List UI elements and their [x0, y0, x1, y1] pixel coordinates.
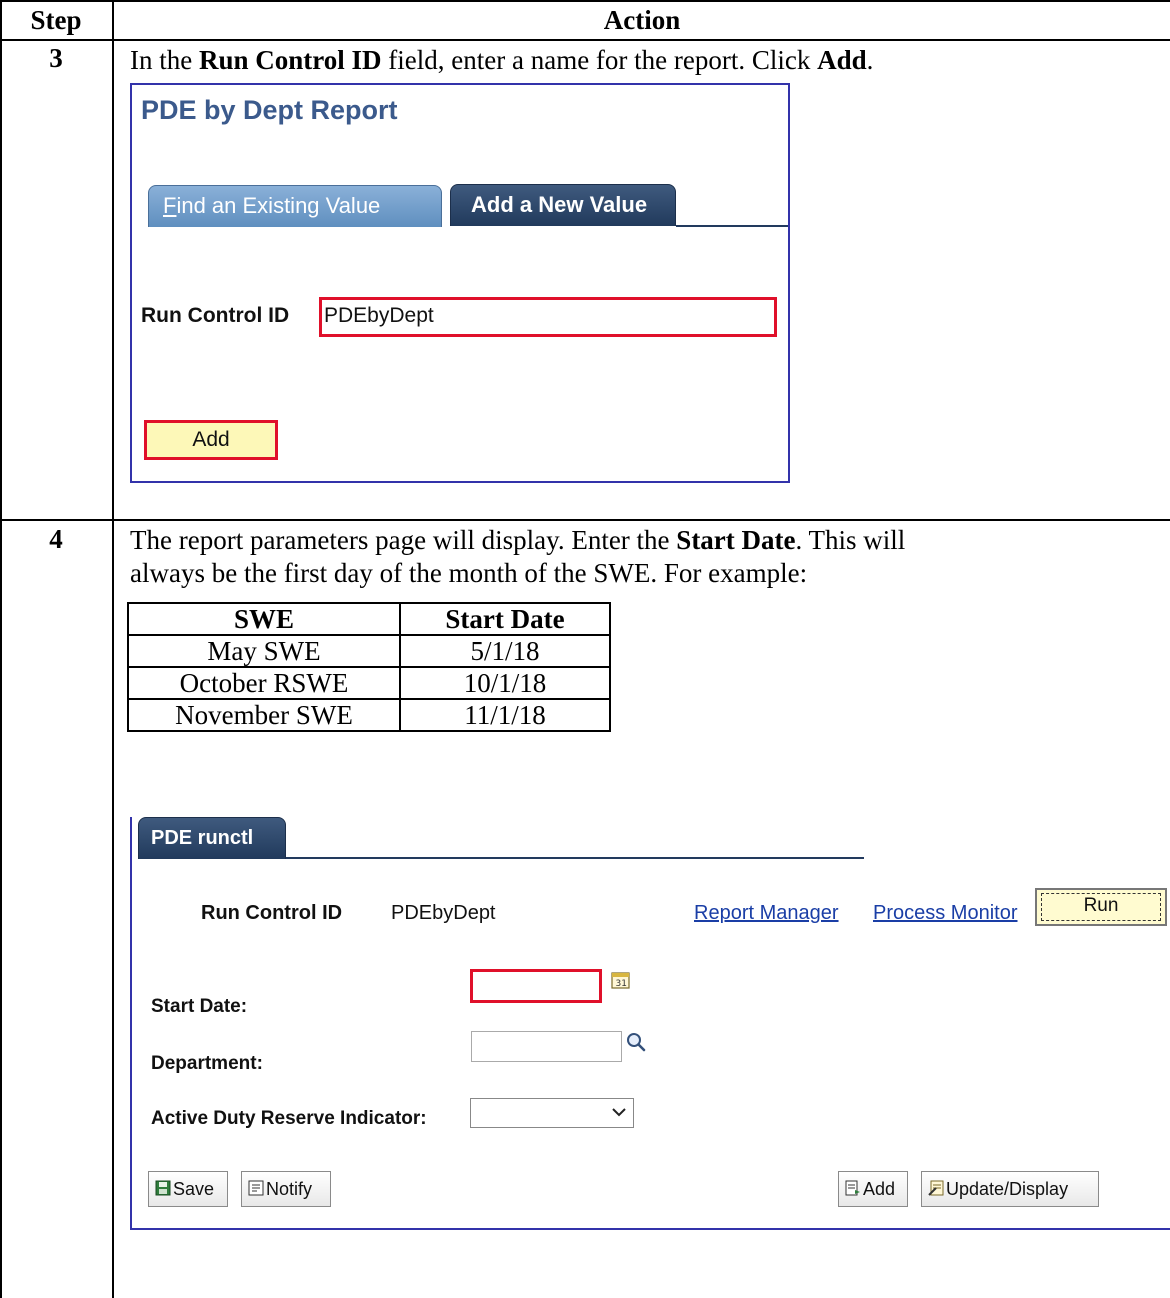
- department-input[interactable]: [471, 1031, 622, 1062]
- panel-border-left: [130, 817, 132, 1230]
- step-4-instruction-line1: The report parameters page will display.…: [130, 524, 905, 556]
- instruction-emphasis-field: Run Control ID: [198, 45, 382, 75]
- tab-find-existing-value[interactable]: Find an Existing Value: [148, 185, 442, 227]
- notify-icon: [248, 1173, 264, 1207]
- run-button[interactable]: Run: [1035, 888, 1167, 926]
- table-border-left: [0, 0, 2, 1298]
- panel-border-bottom: [130, 1228, 1170, 1230]
- run-control-id-value: PDEbyDept: [391, 902, 496, 924]
- add-run-control-panel: PDE by Dept Report Find an Existing Valu…: [130, 83, 790, 483]
- notify-button[interactable]: Notify: [241, 1171, 331, 1207]
- column-header-swe: SWE: [127, 602, 401, 636]
- calendar-icon[interactable]: 31: [611, 970, 631, 990]
- report-manager-link[interactable]: Report Manager: [694, 902, 839, 925]
- tab-label: PDE runctl: [151, 827, 254, 849]
- instruction-text: . This will: [795, 525, 906, 555]
- table-cell: October RSWE: [127, 666, 401, 700]
- tab-add-new-value[interactable]: Add a New Value: [450, 184, 676, 226]
- step-4-instruction-line2: always be the first day of the month of …: [130, 558, 808, 588]
- run-control-id-label: Run Control ID: [141, 304, 290, 327]
- table-column-divider: [112, 0, 114, 1298]
- run-control-id-label: Run Control ID: [201, 902, 343, 924]
- start-date-input[interactable]: [470, 969, 602, 1003]
- chevron-down-icon: [611, 1105, 627, 1119]
- page-title: PDE by Dept Report: [141, 95, 398, 125]
- instruction-emphasis-field: Start Date: [676, 525, 796, 555]
- tab-accelerator: F: [163, 193, 177, 218]
- update-display-label: Update/Display: [946, 1179, 1069, 1199]
- search-icon[interactable]: [625, 1031, 647, 1053]
- add-label: Add: [863, 1179, 896, 1199]
- instruction-text: .: [866, 45, 874, 75]
- table-row: October RSWE 10/1/18: [127, 666, 611, 700]
- instruction-text: The report parameters page will display.…: [130, 525, 677, 555]
- active-duty-reserve-select[interactable]: [470, 1098, 634, 1128]
- update-display-icon: [928, 1173, 944, 1207]
- highlight-run-control-field: [319, 297, 777, 337]
- instruction-text: In the: [130, 45, 199, 75]
- table-header-divider: [0, 39, 1170, 41]
- table-row: May SWE 5/1/18: [127, 634, 611, 668]
- column-header-start-date: Start Date: [399, 602, 611, 636]
- start-date-label: Start Date:: [151, 996, 248, 1017]
- table-cell: 11/1/18: [399, 698, 611, 732]
- add-button[interactable]: Add: [144, 420, 278, 460]
- table-header-row: SWE Start Date: [127, 602, 611, 636]
- calendar-day: 31: [616, 979, 627, 989]
- save-label: Save: [173, 1179, 215, 1199]
- add-icon: [845, 1173, 861, 1207]
- tab-label: Add a New Value: [471, 192, 648, 217]
- step-3-number: 3: [49, 43, 63, 73]
- step-4-number: 4: [49, 524, 63, 554]
- header-action: Action: [603, 5, 681, 35]
- table-row: November SWE 11/1/18: [127, 698, 611, 732]
- pde-runctl-panel: PDE runctl Run Control ID PDEbyDept Repo…: [130, 817, 1170, 1230]
- step-3-instruction: In the Run Control ID field, enter a nam…: [130, 44, 873, 76]
- instruction-emphasis-button: Add: [817, 45, 867, 75]
- instruction-text: field, enter a name for the report. Clic…: [381, 45, 818, 75]
- tab-label: ind an Existing Value: [176, 193, 381, 218]
- tab-underline: [676, 225, 788, 227]
- table-cell: May SWE: [127, 634, 401, 668]
- run-button-label: Run: [1083, 895, 1119, 916]
- add-button[interactable]: Add: [838, 1171, 908, 1207]
- table-cell: 5/1/18: [399, 634, 611, 668]
- active-duty-reserve-label: Active Duty Reserve Indicator:: [151, 1108, 427, 1129]
- tab-underline: [286, 857, 864, 859]
- table-cell: November SWE: [127, 698, 401, 732]
- start-date-example-table: SWE Start Date May SWE 5/1/18 October RS…: [127, 602, 611, 732]
- save-button[interactable]: Save: [148, 1171, 228, 1207]
- department-label: Department:: [151, 1053, 263, 1074]
- tab-pde-runctl[interactable]: PDE runctl: [138, 817, 286, 859]
- save-icon: [155, 1173, 171, 1207]
- notify-label: Notify: [266, 1179, 313, 1199]
- process-monitor-link[interactable]: Process Monitor: [873, 902, 1018, 925]
- table-cell: 10/1/18: [399, 666, 611, 700]
- table-row-divider: [0, 519, 1170, 521]
- update-display-button[interactable]: Update/Display: [921, 1171, 1099, 1207]
- header-step: Step: [30, 5, 82, 35]
